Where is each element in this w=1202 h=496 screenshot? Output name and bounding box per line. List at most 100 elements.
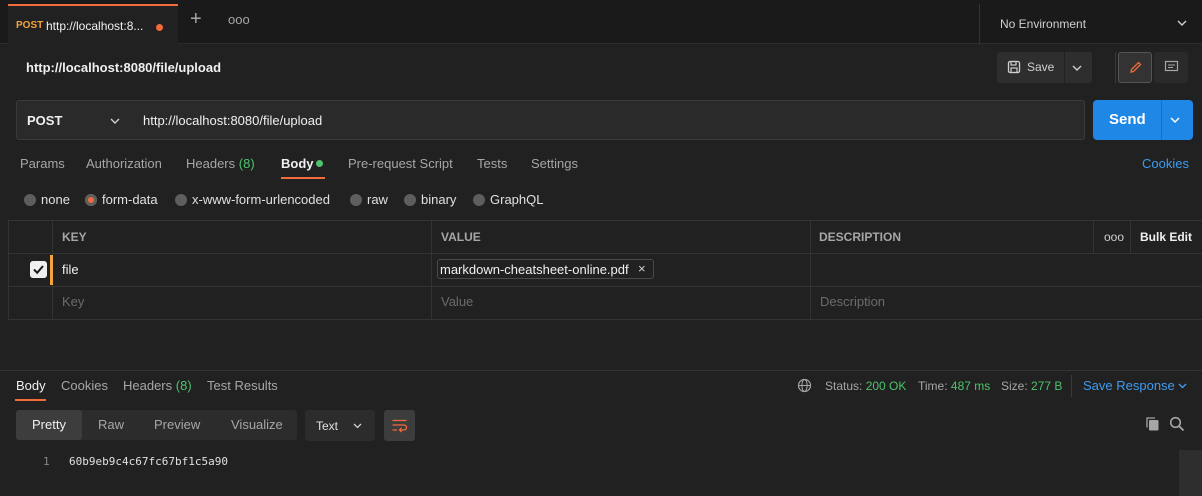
tab-tests[interactable]: Tests <box>477 156 507 171</box>
size-label: Size: <box>1001 379 1028 393</box>
response-body-text: 60b9eb9c4c67fc67bf1c5a90 <box>69 455 228 468</box>
more-options-icon[interactable]: ooo <box>1104 230 1124 244</box>
size-value: 277 B <box>1031 379 1063 393</box>
file-chip[interactable]: markdown-cheatsheet-online.pdf × <box>437 259 654 279</box>
radio-none[interactable]: none <box>24 192 70 208</box>
checkmark-icon <box>33 265 44 275</box>
new-value-input[interactable]: Value <box>441 294 473 309</box>
unsaved-dot-icon <box>156 24 163 31</box>
search-icon[interactable] <box>1169 416 1185 432</box>
table-border <box>8 286 1202 287</box>
radio-dot-icon <box>350 194 362 206</box>
view-pretty-button[interactable]: Pretty <box>32 417 66 432</box>
radio-form-data[interactable]: form-data <box>85 192 158 208</box>
url-text: http://localhost:8080/file/upload <box>143 113 323 128</box>
response-size: Size: 277 B <box>1001 379 1062 393</box>
tab-headers-label: Headers <box>186 156 236 171</box>
radio-dot-icon <box>175 194 187 206</box>
param-key-input[interactable]: file <box>62 262 79 277</box>
radio-graphql-label: GraphQL <box>490 192 544 207</box>
chevron-down-icon <box>353 423 362 429</box>
save-button[interactable]: Save <box>997 52 1092 83</box>
chevron-down-icon <box>110 118 120 124</box>
save-label: Save <box>1027 60 1055 74</box>
tab-body[interactable]: Body <box>281 156 314 171</box>
column-header-key: KEY <box>62 230 87 244</box>
chevron-down-icon <box>1177 20 1187 26</box>
bulk-edit-link[interactable]: Bulk Edit <box>1140 230 1192 244</box>
chevron-down-icon[interactable] <box>1169 114 1181 126</box>
format-select[interactable]: Text <box>305 410 375 441</box>
documentation-button[interactable] <box>1154 52 1188 83</box>
chevron-down-icon[interactable] <box>1071 62 1083 74</box>
response-tab-test-results[interactable]: Test Results <box>207 378 278 393</box>
tab-settings[interactable]: Settings <box>531 156 578 171</box>
chevron-down-icon[interactable] <box>1177 380 1188 391</box>
radio-urlencoded[interactable]: x-www-form-urlencoded <box>175 192 330 208</box>
wrap-lines-button[interactable] <box>384 410 415 441</box>
edit-mode-button[interactable] <box>1118 52 1152 83</box>
radio-binary[interactable]: binary <box>404 192 456 208</box>
scrollbar[interactable] <box>1179 450 1202 496</box>
radio-dot-icon <box>404 194 416 206</box>
status-label: Status: <box>825 379 863 393</box>
table-border <box>8 220 9 320</box>
radio-urlencoded-label: x-www-form-urlencoded <box>192 192 330 207</box>
radio-binary-label: binary <box>421 192 457 207</box>
save-response-button[interactable]: Save Response <box>1083 378 1175 393</box>
response-time: Time: 487 ms <box>918 379 990 393</box>
response-tab-cookies[interactable]: Cookies <box>61 378 108 393</box>
request-title: http://localhost:8080/file/upload <box>26 60 222 75</box>
response-tab-body[interactable]: Body <box>16 378 46 393</box>
method-select[interactable]: POST <box>16 100 132 140</box>
line-number: 1 <box>43 455 50 468</box>
tab-url-label: http://localhost:8... <box>46 19 144 33</box>
tab-authorization[interactable]: Authorization <box>86 156 162 171</box>
radio-none-label: none <box>41 192 70 207</box>
globe-icon[interactable] <box>797 378 812 393</box>
view-visualize-button[interactable]: Visualize <box>231 417 283 432</box>
radio-dot-icon <box>473 194 485 206</box>
environment-selector[interactable]: No Environment <box>979 4 1202 44</box>
send-button[interactable]: Send <box>1093 100 1193 140</box>
tab-prerequest-script[interactable]: Pre-request Script <box>348 156 453 171</box>
time-label: Time: <box>918 379 948 393</box>
send-label: Send <box>1109 111 1146 128</box>
tab-headers[interactable]: Headers (8) <box>186 156 255 171</box>
response-divider <box>0 370 1202 371</box>
table-border <box>431 220 432 320</box>
new-description-input[interactable]: Description <box>820 294 885 309</box>
request-tab[interactable]: POST http://localhost:8... <box>8 4 178 44</box>
save-icon <box>1007 60 1021 74</box>
table-border <box>8 253 1202 254</box>
row-hover-indicator <box>50 255 53 285</box>
copy-icon[interactable] <box>1145 416 1160 432</box>
radio-raw[interactable]: raw <box>350 192 388 208</box>
method-label: POST <box>27 113 63 128</box>
cookies-link[interactable]: Cookies <box>1142 156 1189 171</box>
send-divider <box>1161 100 1162 140</box>
view-raw-button[interactable]: Raw <box>98 417 124 432</box>
new-key-input[interactable]: Key <box>62 294 84 309</box>
view-preview-button[interactable]: Preview <box>154 417 200 432</box>
more-tabs-icon[interactable]: ooo <box>228 12 250 27</box>
tab-bar: POST http://localhost:8... + ooo No Envi… <box>0 0 1202 44</box>
save-divider <box>1064 52 1065 83</box>
response-tab-headers[interactable]: Headers (8) <box>123 378 192 393</box>
environment-label: No Environment <box>1000 17 1087 31</box>
comment-icon <box>1164 60 1179 72</box>
url-input[interactable]: http://localhost:8080/file/upload <box>131 100 1085 140</box>
new-tab-button[interactable]: + <box>190 9 202 29</box>
format-label: Text <box>316 419 339 433</box>
table-border <box>8 220 1202 221</box>
remove-file-icon[interactable]: × <box>638 261 646 276</box>
response-tab-headers-count: (8) <box>175 378 192 393</box>
radio-graphql[interactable]: GraphQL <box>473 192 543 208</box>
body-indicator-dot-icon <box>316 160 323 167</box>
view-mode-tabs: Pretty Raw Preview Visualize <box>16 410 297 440</box>
radio-raw-label: raw <box>367 192 388 207</box>
radio-dot-selected-icon <box>85 194 97 206</box>
tab-params[interactable]: Params <box>20 156 65 171</box>
param-enabled-checkbox[interactable] <box>30 261 47 278</box>
tab-method-label: POST <box>16 20 44 31</box>
